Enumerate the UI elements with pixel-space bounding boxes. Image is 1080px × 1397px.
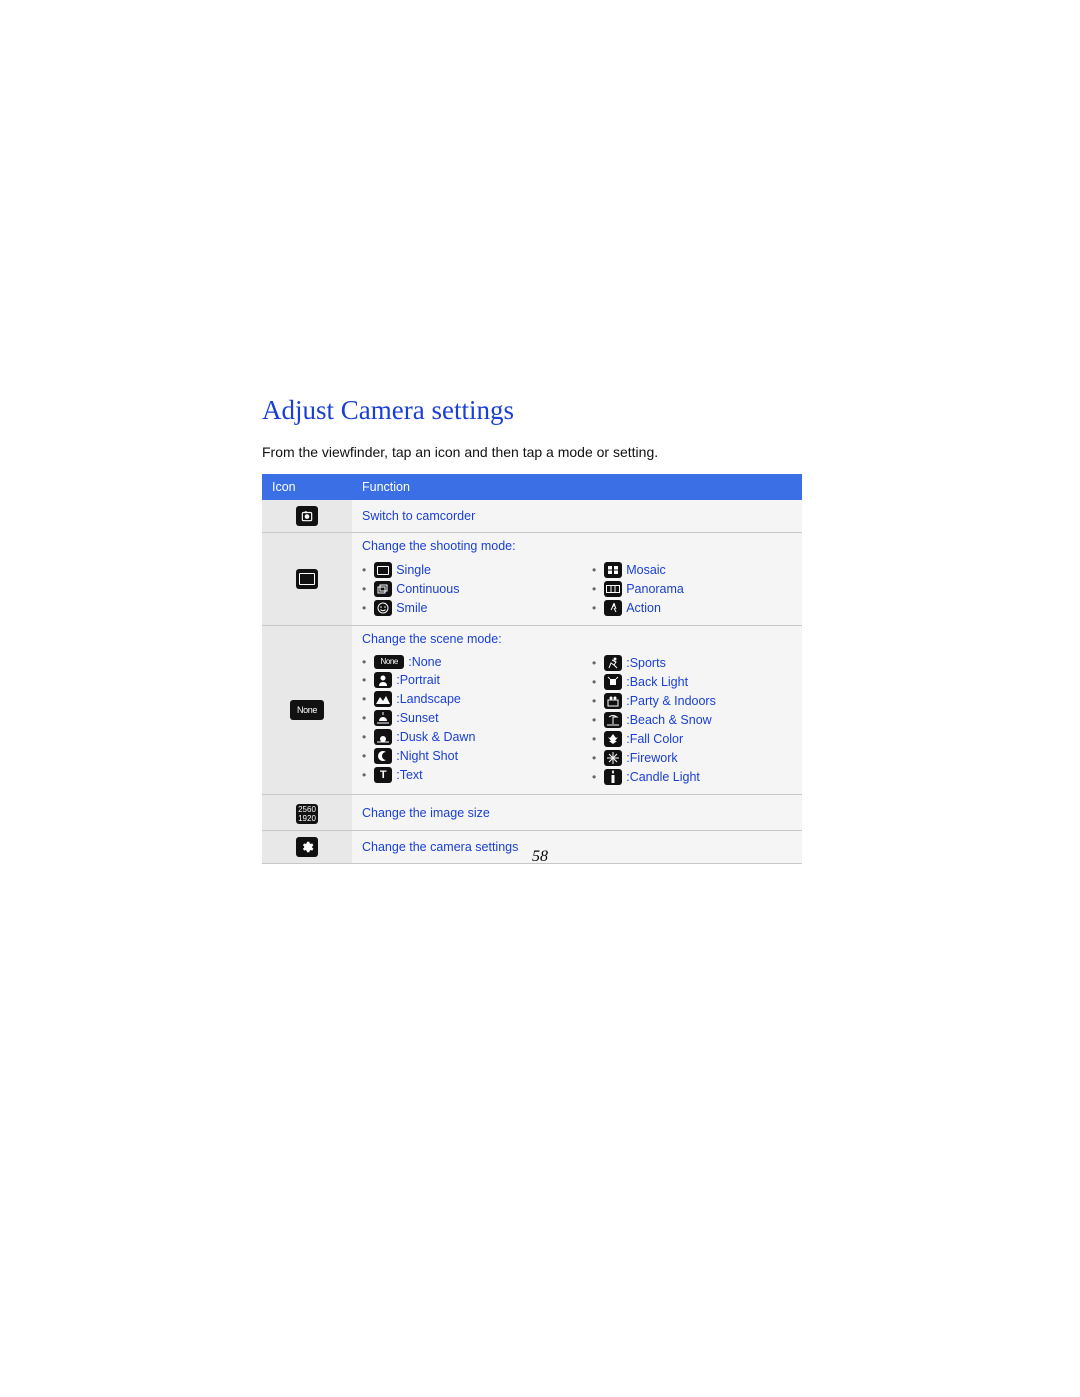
beach-icon [604, 712, 622, 728]
image-size-icon: 25601920 [296, 804, 318, 824]
shooting-left-col: •Single •Continuous •Smile [362, 559, 562, 619]
night-shot-icon [374, 748, 392, 764]
opt-sunset: •: Sunset [362, 710, 562, 726]
portrait-icon [374, 672, 392, 688]
camcorder-icon [296, 506, 318, 526]
candle-icon [604, 769, 622, 785]
none-icon: None [374, 655, 404, 669]
opt-none: •None: None [362, 655, 562, 669]
icon-cell-camcorder [262, 500, 352, 533]
scene-left-col: •None: None •: Portrait •: Landscape •: … [362, 652, 562, 788]
icon-cell-scene: None [262, 626, 352, 795]
func-image-size: Change the image size [352, 795, 802, 831]
opt-portrait: •: Portrait [362, 672, 562, 688]
shooting-right-col: •Mosaic •Panorama •Action [592, 559, 792, 619]
row-shooting-mode: Change the shooting mode: •Single •Conti… [262, 533, 802, 626]
panorama-icon [604, 581, 622, 597]
opt-beach: •: Beach & Snow [592, 712, 792, 728]
opt-panorama: •Panorama [592, 581, 792, 597]
opt-smile: •Smile [362, 600, 562, 616]
dusk-dawn-icon [374, 729, 392, 745]
text-icon: T [374, 767, 392, 783]
header-function: Function [352, 474, 802, 500]
opt-dusk-dawn: •: Dusk & Dawn [362, 729, 562, 745]
mosaic-icon [604, 562, 622, 578]
page-content: Adjust Camera settings From the viewfind… [262, 395, 818, 864]
opt-sports: •: Sports [592, 655, 792, 671]
opt-firework: •: Firework [592, 750, 792, 766]
scene-options: •None: None •: Portrait •: Landscape •: … [362, 648, 792, 788]
opt-text: •T: Text [362, 767, 562, 783]
settings-table: Icon Function Switch to camcorder Change… [262, 474, 802, 864]
opt-back-light: •: Back Light [592, 674, 792, 690]
section-title: Adjust Camera settings [262, 395, 818, 426]
opt-fall: •: Fall Color [592, 731, 792, 747]
func-shooting-mode: Change the shooting mode: •Single •Conti… [352, 533, 802, 626]
opt-candle: •: Candle Light [592, 769, 792, 785]
landscape-icon [374, 691, 392, 707]
smile-icon [374, 600, 392, 616]
row-switch-camcorder: Switch to camcorder [262, 500, 802, 533]
shooting-options: •Single •Continuous •Smile •Mosaic •Pano… [362, 555, 792, 619]
header-icon: Icon [262, 474, 352, 500]
opt-single: •Single [362, 562, 562, 578]
page-number: 58 [0, 848, 1080, 866]
continuous-icon [374, 581, 392, 597]
back-light-icon [604, 674, 622, 690]
scene-mode-icon: None [290, 700, 324, 720]
shooting-heading: Change the shooting mode: [362, 539, 792, 553]
scene-heading: Change the scene mode: [362, 632, 792, 646]
party-icon [604, 693, 622, 709]
intro-text: From the viewfinder, tap an icon and the… [262, 444, 818, 460]
func-scene-mode: Change the scene mode: •None: None •: Po… [352, 626, 802, 795]
row-image-size: 25601920 Change the image size [262, 795, 802, 831]
single-icon [374, 562, 392, 578]
opt-party: •: Party & Indoors [592, 693, 792, 709]
opt-mosaic: •Mosaic [592, 562, 792, 578]
opt-action: •Action [592, 600, 792, 616]
row-scene-mode: None Change the scene mode: •None: None … [262, 626, 802, 795]
sunset-icon [374, 710, 392, 726]
icon-cell-size: 25601920 [262, 795, 352, 831]
shooting-mode-icon [296, 569, 318, 589]
func-switch-camcorder: Switch to camcorder [352, 500, 802, 533]
icon-cell-shooting [262, 533, 352, 626]
opt-night-shot: •: Night Shot [362, 748, 562, 764]
action-icon [604, 600, 622, 616]
opt-landscape: •: Landscape [362, 691, 562, 707]
opt-continuous: •Continuous [362, 581, 562, 597]
fall-icon [604, 731, 622, 747]
firework-icon [604, 750, 622, 766]
table-header-row: Icon Function [262, 474, 802, 500]
scene-right-col: •: Sports •: Back Light •: Party & Indoo… [592, 652, 792, 788]
sports-icon [604, 655, 622, 671]
